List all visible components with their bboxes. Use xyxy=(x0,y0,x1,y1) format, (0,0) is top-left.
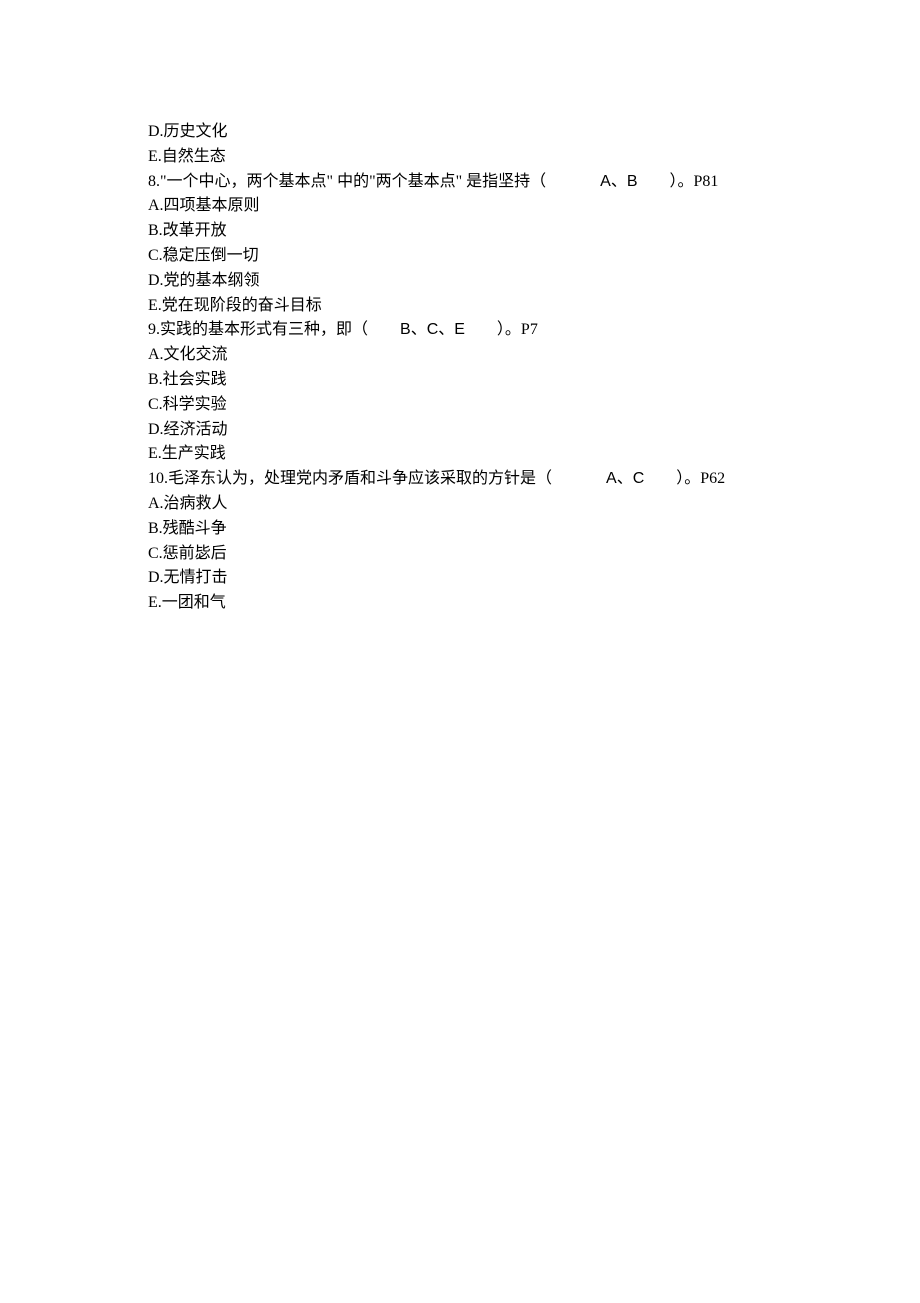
q8-option-c-text: C.稳定压倒一切 xyxy=(148,247,259,264)
q10-option-d-text: D.无情打击 xyxy=(148,569,228,586)
q8-stem-post: ）。P81 xyxy=(670,173,719,190)
q7-option-d-text: D.历史文化 xyxy=(148,123,228,140)
q8-option-b-text: B.改革开放 xyxy=(148,222,227,239)
q10-option-e: E.一团和气 xyxy=(148,591,772,616)
q9-option-d-text: D.经济活动 xyxy=(148,421,228,438)
q10-option-c-text: C.惩前毖后 xyxy=(148,545,227,562)
q9-answer: B、C、E xyxy=(400,321,465,338)
q8-stem: 8."一个中心，两个基本点" 中的"两个基本点" 是指坚持（ A、B ）。P81 xyxy=(148,170,772,195)
q9-option-a-text: A.文化交流 xyxy=(148,346,228,363)
q7-option-d: D.历史文化 xyxy=(148,120,772,145)
q10-option-a-text: A.治病救人 xyxy=(148,495,228,512)
q9-option-e-text: E.生产实践 xyxy=(148,445,226,462)
q10-option-b: B.残酷斗争 xyxy=(148,517,772,542)
q9-option-c: C.科学实验 xyxy=(148,393,772,418)
q9-option-b-text: B.社会实践 xyxy=(148,371,227,388)
q8-option-e-text: E.党在现阶段的奋斗目标 xyxy=(148,297,322,314)
q8-option-e: E.党在现阶段的奋斗目标 xyxy=(148,294,772,319)
q9-option-b: B.社会实践 xyxy=(148,368,772,393)
q8-option-d-text: D.党的基本纲领 xyxy=(148,272,260,289)
q9-stem-post: ）。P7 xyxy=(497,321,538,338)
q10-option-a: A.治病救人 xyxy=(148,492,772,517)
q10-stem: 10.毛泽东认为，处理党内矛盾和斗争应该采取的方针是（ A、C ）。P62 xyxy=(148,467,772,492)
q8-option-b: B.改革开放 xyxy=(148,219,772,244)
q9-option-a: A.文化交流 xyxy=(148,343,772,368)
q10-option-e-text: E.一团和气 xyxy=(148,594,226,611)
q9-option-e: E.生产实践 xyxy=(148,442,772,467)
q8-option-a: A.四项基本原则 xyxy=(148,194,772,219)
q8-option-d: D.党的基本纲领 xyxy=(148,269,772,294)
q10-answer: A、C xyxy=(606,470,644,487)
q9-stem-pre: 9.实践的基本形式有三种，即（ xyxy=(148,321,368,338)
q10-option-c: C.惩前毖后 xyxy=(148,542,772,567)
q7-option-e-text: E.自然生态 xyxy=(148,148,226,165)
q9-option-c-text: C.科学实验 xyxy=(148,396,227,413)
q8-option-a-text: A.四项基本原则 xyxy=(148,197,260,214)
q10-option-d: D.无情打击 xyxy=(148,566,772,591)
q7-option-e: E.自然生态 xyxy=(148,145,772,170)
q10-stem-pre: 10.毛泽东认为，处理党内矛盾和斗争应该采取的方针是（ xyxy=(148,470,552,487)
q10-option-b-text: B.残酷斗争 xyxy=(148,520,227,537)
q10-stem-post: ）。P62 xyxy=(676,470,725,487)
q9-stem: 9.实践的基本形式有三种，即（ B、C、E ）。P7 xyxy=(148,318,772,343)
q8-stem-pre: 8."一个中心，两个基本点" 中的"两个基本点" 是指坚持（ xyxy=(148,173,546,190)
q8-answer: A、B xyxy=(600,173,637,190)
q9-option-d: D.经济活动 xyxy=(148,418,772,443)
q8-option-c: C.稳定压倒一切 xyxy=(148,244,772,269)
